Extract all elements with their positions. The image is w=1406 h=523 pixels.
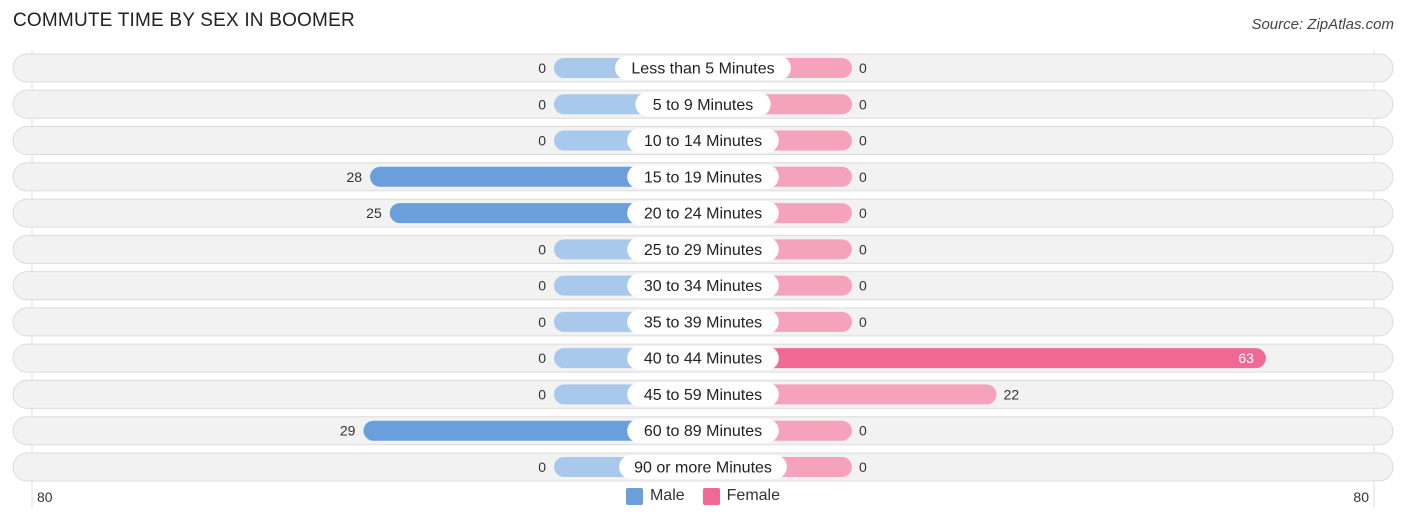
value-label-female: 63 — [1238, 350, 1254, 366]
legend-swatch-male — [625, 487, 643, 505]
category-label: 45 to 59 Minutes — [644, 387, 762, 404]
value-label-female: 0 — [859, 133, 867, 149]
value-label-female: 0 — [859, 314, 867, 330]
value-label-male: 0 — [538, 133, 546, 149]
value-label-male: 0 — [538, 96, 546, 112]
category-label: 10 to 14 Minutes — [644, 133, 762, 150]
category-label: 15 to 19 Minutes — [644, 169, 762, 186]
value-label-female: 0 — [859, 459, 867, 475]
legend: Male Female — [0, 487, 1406, 505]
legend-swatch-female — [702, 487, 720, 505]
category-label: 5 to 9 Minutes — [653, 97, 754, 114]
value-label-male: 0 — [538, 278, 546, 294]
value-label-female: 0 — [859, 60, 867, 76]
category-label: 60 to 89 Minutes — [644, 423, 762, 440]
chart-canvas: Less than 5 Minutes 0 0 5 to 9 Minutes 0 0 10 … — [12, 50, 1394, 508]
category-label: 35 to 39 Minutes — [644, 314, 762, 331]
value-label-male: 0 — [538, 350, 546, 366]
value-label-female: 0 — [859, 241, 867, 257]
category-label: Less than 5 Minutes — [631, 61, 774, 78]
category-label: 20 to 24 Minutes — [644, 206, 762, 223]
value-label-male: 28 — [346, 169, 362, 185]
category-label: 25 to 29 Minutes — [644, 242, 762, 259]
value-label-female: 22 — [1004, 386, 1020, 402]
category-label: 30 to 34 Minutes — [644, 278, 762, 295]
legend-label-female: Female — [726, 487, 781, 504]
value-label-female: 0 — [859, 278, 867, 294]
legend-label-male: Male — [649, 487, 685, 504]
value-label-male: 25 — [366, 205, 382, 221]
value-label-male: 0 — [538, 60, 546, 76]
legend-item-female: Female — [702, 487, 781, 505]
value-label-female: 0 — [859, 96, 867, 112]
category-label: 90 or more Minutes — [634, 459, 772, 476]
bar-female — [703, 348, 1266, 369]
category-label: 40 to 44 Minutes — [644, 351, 762, 368]
value-label-male: 0 — [538, 459, 546, 475]
value-label-male: 29 — [340, 423, 356, 439]
value-label-female: 0 — [859, 205, 867, 221]
value-label-female: 0 — [859, 423, 867, 439]
value-label-male: 0 — [538, 314, 546, 330]
value-label-male: 0 — [538, 386, 546, 402]
legend-item-male: Male — [625, 487, 685, 505]
value-label-male: 0 — [538, 241, 546, 257]
value-label-female: 0 — [859, 169, 867, 185]
